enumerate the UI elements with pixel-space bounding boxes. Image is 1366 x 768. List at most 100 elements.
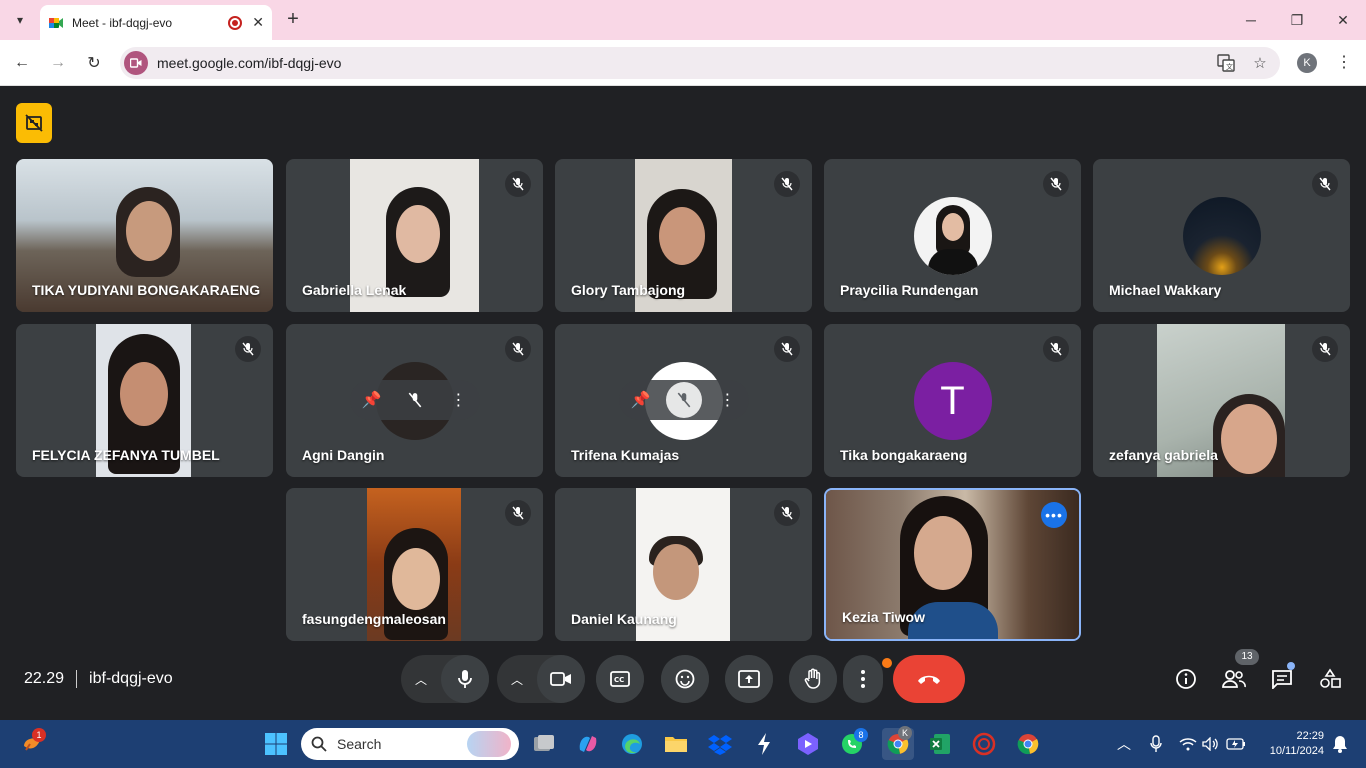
meeting-time: 22.29 (24, 670, 65, 687)
participant-name: zefanya gabriela (1109, 447, 1218, 463)
participant-tile[interactable]: TIKA YUDIYANI BONGAKARAENG (16, 159, 273, 312)
mic-off-icon (774, 500, 800, 526)
address-bar[interactable]: meet.google.com/ibf-dqgj-evo 文 ☆ (120, 47, 1280, 79)
more-options-icon[interactable]: ⋮ (709, 382, 745, 418)
video-settings-chevron-up-icon[interactable]: ︿ (497, 671, 537, 688)
mic-off-icon (1312, 336, 1338, 362)
people-icon[interactable] (1222, 667, 1246, 691)
dropbox-icon[interactable] (706, 730, 734, 758)
battery-icon[interactable] (1222, 730, 1250, 758)
participant-name: FELYCIA ZEFANYA TUMBEL (32, 447, 220, 463)
participant-tile[interactable]: Gabriella Lenak (286, 159, 543, 312)
participant-name: TIKA YUDIYANI BONGAKARAENG (32, 282, 261, 298)
participant-name: Kezia Tiwow (842, 609, 925, 625)
mic-off-icon (505, 500, 531, 526)
tab-close-icon[interactable]: ✕ (252, 14, 264, 31)
raise-hand-button[interactable] (789, 655, 837, 703)
pin-icon[interactable]: 📌 (354, 382, 390, 418)
excel-icon[interactable] (926, 730, 954, 758)
back-button[interactable]: ← (9, 50, 35, 76)
participant-face (126, 201, 172, 261)
browser-tab-meet[interactable]: Meet - ibf-dqgj-evo ✕ (40, 5, 272, 40)
participant-tile[interactable]: zefanya gabriela (1093, 324, 1350, 477)
pin-icon[interactable]: 📌 (623, 382, 659, 418)
participant-face (392, 548, 440, 610)
windows-start-icon[interactable] (262, 730, 290, 758)
translate-icon[interactable]: 文 (1212, 49, 1240, 77)
task-view-icon[interactable] (530, 730, 558, 758)
participant-name: Praycilia Rundengan (840, 282, 979, 298)
leave-call-button[interactable] (893, 655, 965, 703)
microphone-button[interactable] (441, 655, 489, 703)
edge-icon[interactable] (618, 730, 646, 758)
recorder-icon[interactable] (970, 730, 998, 758)
url-text: meet.google.com/ibf-dqgj-evo (157, 55, 342, 71)
reload-button[interactable]: ↻ (81, 50, 107, 76)
tab-search-button[interactable]: ▾ (8, 8, 32, 32)
participant-name: Daniel Kaunang (571, 611, 677, 627)
audio-settings-chevron-up-icon[interactable]: ︿ (401, 671, 441, 688)
participant-face (914, 516, 972, 590)
mic-off-icon (505, 171, 531, 197)
volume-icon[interactable] (1197, 730, 1225, 758)
participant-face (659, 207, 705, 265)
google-meet-icon (49, 17, 63, 28)
clipchamp-icon[interactable] (794, 730, 822, 758)
new-tab-button[interactable]: + (282, 8, 304, 32)
recording-icon (228, 15, 243, 30)
clock[interactable]: 22:29 10/11/2024 (1256, 729, 1324, 759)
notification-bell-icon[interactable] (1326, 730, 1354, 758)
captions-control: CC (596, 655, 644, 703)
tile-hover-controls: 📌 ⋮ (350, 380, 480, 420)
chat-icon[interactable] (1270, 667, 1294, 691)
forward-button[interactable]: → (45, 50, 71, 76)
participant-tile[interactable]: FELYCIA ZEFANYA TUMBEL (16, 324, 273, 477)
tiles-hidden-icon[interactable] (16, 103, 52, 143)
mute-participant-icon[interactable] (665, 382, 702, 418)
bookmark-star-icon[interactable]: ☆ (1246, 49, 1274, 77)
participant-face (396, 205, 440, 263)
captions-button[interactable]: CC (596, 655, 644, 703)
profile-avatar[interactable]: K (1297, 53, 1317, 73)
participant-tile[interactable]: 📌 ⋮ Agni Dangin (286, 324, 543, 477)
emoji-reactions-button[interactable] (661, 655, 709, 703)
search-icon (311, 736, 327, 752)
chat-unread-dot (1287, 662, 1295, 670)
mic-off-icon (774, 171, 800, 197)
mic-off-icon (774, 336, 800, 362)
participant-tile[interactable]: Michael Wakkary (1093, 159, 1350, 312)
present-screen-button[interactable] (725, 655, 773, 703)
close-window-button[interactable]: ✕ (1320, 0, 1366, 40)
microphone-tray-icon[interactable] (1142, 730, 1170, 758)
participant-tile[interactable]: 📌 ⋮ Trifena Kumajas (555, 324, 812, 477)
file-explorer-icon[interactable] (662, 730, 690, 758)
chrome-icon[interactable] (1014, 730, 1042, 758)
minimize-button[interactable]: ─ (1228, 0, 1274, 40)
camera-button[interactable] (537, 655, 585, 703)
participant-name: Michael Wakkary (1109, 282, 1222, 298)
taskbar-search-box[interactable]: Search (301, 728, 519, 760)
mute-participant-icon[interactable] (397, 382, 433, 418)
clock-time: 22:29 (1296, 730, 1324, 742)
whatsapp-badge: 8 (854, 728, 868, 742)
show-hidden-icons-chevron-up-icon[interactable]: ︿ (1110, 730, 1138, 758)
participant-tile[interactable]: T Tika bongakaraeng (824, 324, 1081, 477)
restore-button[interactable]: ❐ (1274, 0, 1320, 40)
site-info-icon[interactable] (124, 51, 148, 75)
participant-tile[interactable]: Glory Tambajong (555, 159, 812, 312)
participant-face (120, 362, 168, 426)
more-options-icon[interactable]: ••• (1041, 502, 1067, 528)
browser-toolbar: ← → ↻ meet.google.com/ibf-dqgj-evo 文 ☆ K… (0, 40, 1366, 86)
activities-icon[interactable] (1318, 667, 1342, 691)
self-view-tile[interactable]: ••• Kezia Tiwow (824, 488, 1081, 641)
participant-tile[interactable]: fasungdengmaleosan (286, 488, 543, 641)
participant-avatar (1182, 197, 1261, 275)
copilot-icon[interactable] (574, 730, 602, 758)
more-options-icon[interactable]: ⋮ (440, 382, 476, 418)
more-options-button[interactable] (843, 655, 883, 703)
app-s-icon[interactable] (750, 730, 778, 758)
participant-tile[interactable]: Praycilia Rundengan (824, 159, 1081, 312)
browser-menu-icon[interactable]: ⋮ (1336, 52, 1352, 72)
meeting-details-info-icon[interactable] (1174, 667, 1198, 691)
participant-tile[interactable]: Daniel Kaunang (555, 488, 812, 641)
